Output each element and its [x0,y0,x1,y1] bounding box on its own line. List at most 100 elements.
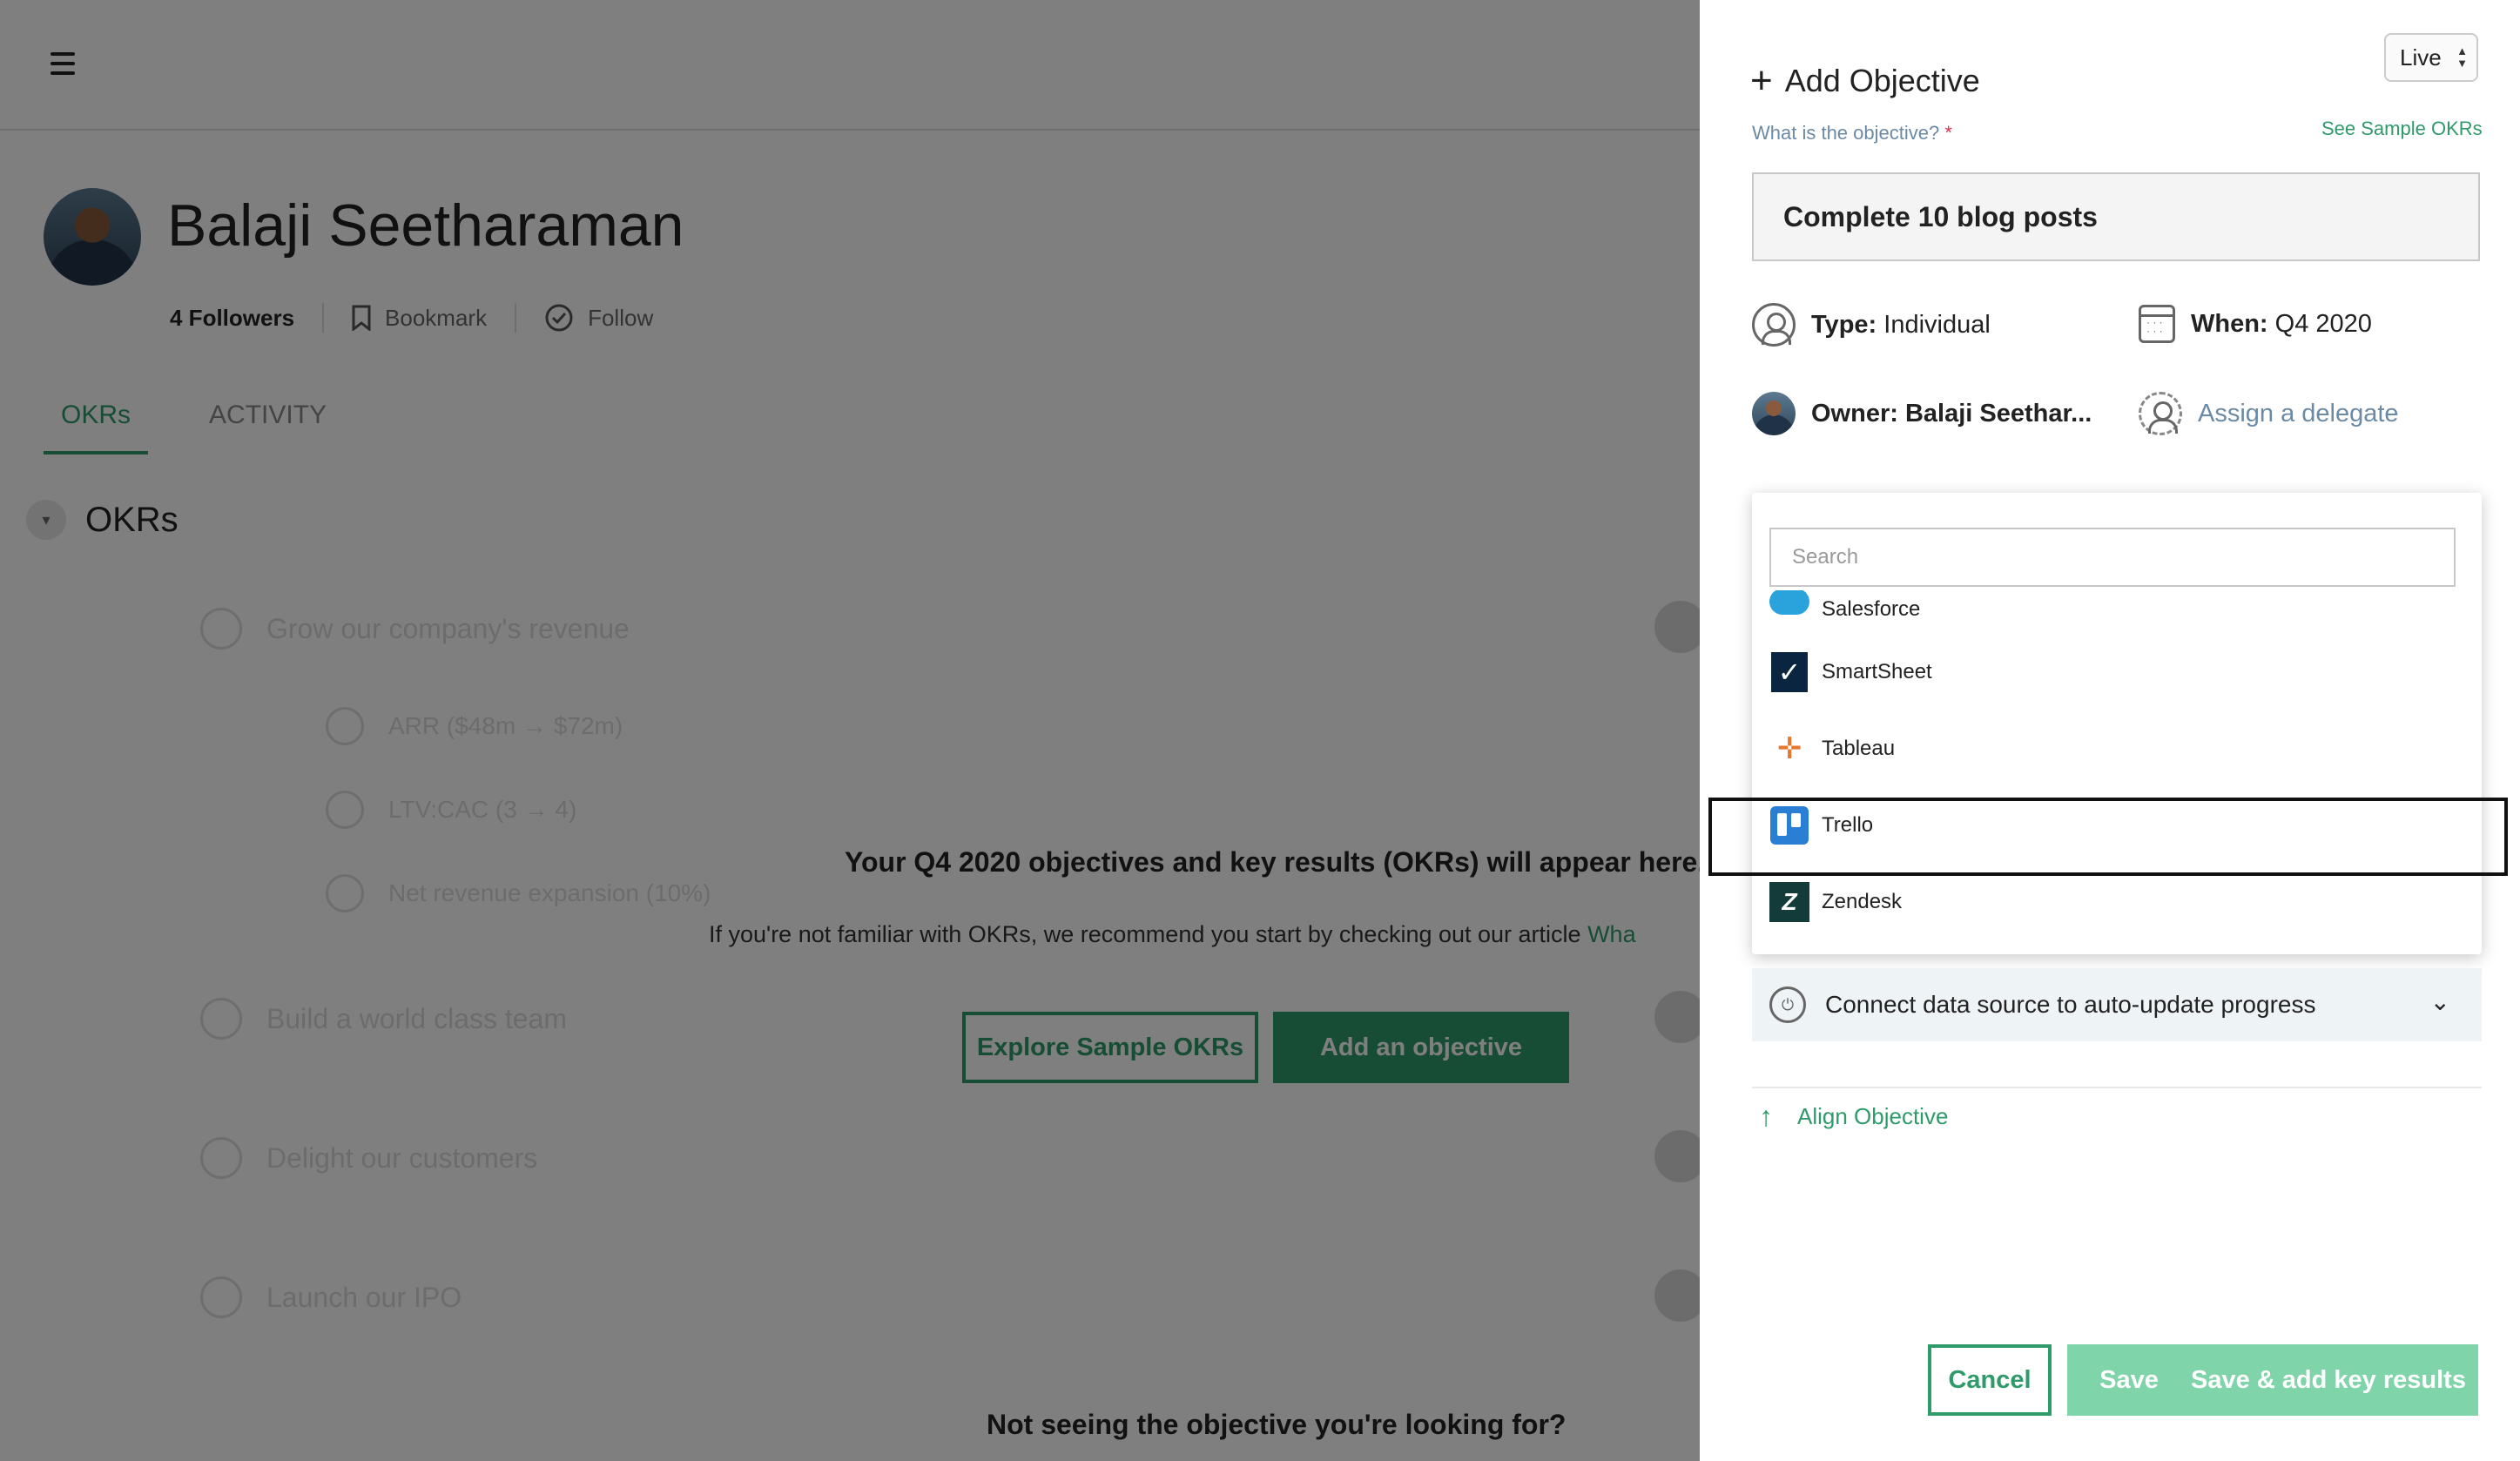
plug-icon: ⏻ [1769,986,1806,1023]
data-source-list: Salesforce ✓ SmartSheet ✛ Tableau Trello… [1752,590,2482,954]
profile-meta: 4 Followers Bookmark Follow [170,303,653,333]
assign-delegate-button[interactable]: Assign a delegate [2139,392,2399,435]
select-arrows-icon: ▲ ▼ [2456,44,2468,70]
save-button[interactable]: Save [2067,1344,2191,1416]
globe-icon [200,1276,242,1318]
list-item-trello[interactable]: Trello [1752,787,2482,864]
list-item-zendesk[interactable]: Z Zendesk [1752,864,2482,940]
list-item-label: Salesforce [1822,597,1921,621]
align-objective-link[interactable]: ↑ Align Objective [1759,1101,1948,1133]
bookmark-label: Bookmark [385,304,488,331]
smartsheet-logo-icon: ✓ [1769,652,1809,692]
list-item-tableau[interactable]: ✛ Tableau [1752,710,2482,787]
hamburger-menu-icon[interactable] [51,52,75,75]
required-mark: * [1944,122,1952,144]
search-input[interactable] [1769,528,2456,587]
delegate-user-icon [2139,392,2182,435]
cancel-button[interactable]: Cancel [1928,1344,2052,1416]
objective-question-label: What is the objective? * [1752,122,1952,145]
list-item-label: Tableau [1822,737,1896,760]
objective-input[interactable]: Complete 10 blog posts [1752,172,2480,261]
type-label: Type: [1811,310,1877,339]
bookmark-icon [352,305,371,331]
background-page: Balaji Seetharaman 4 Followers Bookmark … [0,0,1700,1461]
owner-field[interactable]: Owner: Balaji Seethar... [1752,392,2092,435]
empty-state-subtitle-text: If you're not familiar with OKRs, we rec… [709,921,1581,947]
ghost-key-result-label: Net revenue expansion (10%) [388,879,711,906]
empty-state-title: Your Q4 2020 objectives and key results … [845,846,1700,878]
chevron-down-icon[interactable]: ▾ [26,500,66,540]
status-select-value: Live [2400,44,2442,71]
globe-icon [200,998,242,1040]
connect-label: Connect data source to auto-update progr… [1825,991,2316,1018]
align-label: Align Objective [1797,1103,1949,1129]
divider [515,303,517,333]
article-link[interactable]: Wha [1587,921,1636,947]
owner-value: Balaji Seethar... [1904,399,2092,428]
type-value: Individual [1883,310,1991,339]
okrs-section-title: OKRs [85,500,179,539]
ghost-key-result: ARR ($48m → $72m) [326,707,623,745]
trello-logo-icon [1769,805,1809,845]
tab-okrs[interactable]: OKRs [44,401,149,454]
ghost-key-result-label: ARR ($48m → $72m) [388,712,623,739]
profile-tabs: OKRs ACTIVITY [44,401,344,454]
tab-activity[interactable]: ACTIVITY [192,401,344,454]
ghost-objective-label: Build a world class team [266,1002,568,1034]
avatar [1654,1269,1700,1322]
when-value: Q4 2020 [2274,309,2372,338]
avatar [1654,991,1700,1043]
ghost-objective: Launch our IPO [200,1276,462,1318]
owner-label: Owner: [1811,399,1898,428]
followers-count[interactable]: 4 Followers [170,305,294,332]
avatar [1752,392,1796,435]
globe-icon [326,707,364,745]
avatar [44,188,141,286]
top-bar [0,0,1700,131]
save-and-add-key-results-button[interactable]: Save & add key results [2179,1344,2478,1416]
check-circle-icon [545,304,573,332]
avatar [1654,601,1700,653]
plus-icon: + [1750,59,1773,102]
salesforce-logo-icon [1769,590,1809,630]
status-select[interactable]: Live ▲ ▼ [2384,33,2478,82]
panel-title: + Add Objective [1750,59,1980,103]
ghost-objective-label: Grow our company's revenue [266,612,630,644]
see-sample-okrs-link[interactable]: See Sample OKRs [2321,118,2483,140]
ghost-key-result-label: LTV:CAC (3 → 4) [388,796,577,823]
globe-icon [200,1137,242,1179]
profile-name: Balaji Seetharaman [167,192,684,259]
arrow-up-icon: ↑ [1759,1101,1773,1132]
zendesk-logo-icon: Z [1769,882,1809,922]
when-field[interactable]: When: Q4 2020 [2139,305,2372,343]
tableau-logo-icon: ✛ [1776,732,1802,765]
profile-header: Balaji Seetharaman 4 Followers Bookmark … [0,131,1700,461]
divider [322,303,325,333]
ghost-objective: Build a world class team [200,998,567,1040]
hierarchy-icon [326,791,364,829]
okrs-section-header[interactable]: ▾ OKRs [26,500,179,540]
calendar-icon [2139,305,2175,343]
when-label: When: [2191,309,2268,338]
globe-icon [200,608,242,650]
user-icon [1752,303,1796,347]
ghost-objective-label: Delight our customers [266,1141,538,1174]
not-seeing-text: Not seeing the objective you're looking … [987,1409,1567,1440]
add-objective-button[interactable]: Add an objective [1273,1012,1569,1083]
explore-sample-okrs-button[interactable]: Explore Sample OKRs [962,1012,1258,1083]
question-text: What is the objective? [1752,122,1940,144]
avatar [1654,1130,1700,1182]
follow-button[interactable]: Follow [544,303,653,333]
connect-data-source-toggle[interactable]: ⏻ Connect data source to auto-update pro… [1752,968,2482,1041]
chevron-down-icon: ⌄ [2429,988,2450,1015]
ghost-objective: Delight our customers [200,1137,537,1179]
hierarchy-icon [326,874,364,912]
bookmark-button[interactable]: Bookmark [352,305,487,332]
data-source-dropdown: Salesforce ✓ SmartSheet ✛ Tableau Trello… [1752,493,2482,954]
ghost-objective: Grow our company's revenue [200,608,630,650]
ghost-key-result: LTV:CAC (3 → 4) [326,791,576,829]
ghost-key-result: Net revenue expansion (10%) [326,874,711,912]
list-item-smartsheet[interactable]: ✓ SmartSheet [1752,634,2482,710]
type-field[interactable]: Type: Individual [1752,303,1991,347]
divider [1752,1087,2482,1088]
